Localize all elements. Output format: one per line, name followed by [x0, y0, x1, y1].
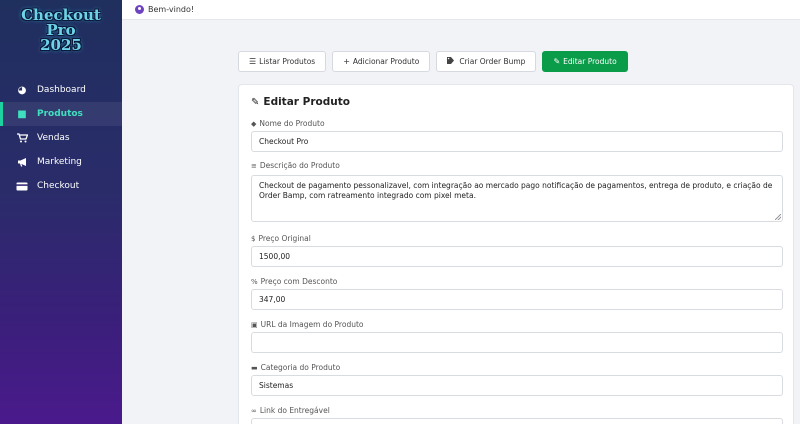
tab-label: Listar Produtos	[259, 57, 316, 66]
sidebar-item-checkout[interactable]: Checkout	[0, 174, 122, 198]
deliverable-link-label-text: Link do Entregável	[259, 406, 330, 415]
greeting-text: Bem-vindo!	[148, 5, 195, 14]
pie-chart-icon: ◕	[17, 84, 27, 96]
sidebar-item-label: Marketing	[37, 157, 82, 167]
original-price-value: 1500,00	[259, 252, 291, 261]
discount-price-label: % Preço com Desconto	[251, 277, 337, 286]
discount-price-value: 347,00	[259, 295, 286, 304]
resize-handle-icon[interactable]	[775, 214, 781, 220]
sidebar-item-label: Dashboard	[37, 85, 86, 95]
discount-price-input[interactable]: 347,00	[251, 289, 783, 310]
product-description-value: Checkout de pagamento pessonalizavel, co…	[259, 181, 773, 200]
box-icon: ■	[17, 108, 27, 120]
tab-label: Editar Produto	[563, 57, 617, 66]
category-value: Sistemas	[259, 381, 294, 390]
logo-line-3: 2025	[40, 36, 82, 54]
tab-label: Criar Order Bump	[459, 57, 526, 66]
topbar: Bem-vindo!	[122, 0, 800, 20]
discount-price-label-text: Preço com Desconto	[260, 277, 338, 286]
align-left-icon: ≡	[251, 161, 257, 170]
app-logo[interactable]: Checkout Pro 2025	[14, 8, 108, 60]
tab-criar-order-bump[interactable]: Criar Order Bump	[436, 51, 537, 72]
deliverable-link-input[interactable]	[251, 418, 783, 424]
image-icon: ▣	[251, 320, 258, 329]
tab-label: Adicionar Produto	[352, 57, 420, 66]
tab-listar-produtos[interactable]: ☰ Listar Produtos	[238, 51, 327, 72]
product-name-label-text: Nome do Produto	[259, 119, 325, 128]
category-label: ▬ Categoria do Produto	[251, 363, 340, 372]
original-price-label-text: Preço Original	[258, 234, 311, 243]
sidebar-item-dashboard[interactable]: ◕ Dashboard	[0, 78, 122, 102]
link-icon: ∞	[251, 406, 257, 415]
product-description-label: ≡ Descrição do Produto	[251, 161, 340, 170]
category-label-text: Categoria do Produto	[260, 363, 341, 372]
image-url-input[interactable]	[251, 332, 783, 353]
product-description-textarea[interactable]: Checkout de pagamento pessonalizavel, co…	[251, 175, 783, 222]
edit-product-card: ✎ Editar Produto ◆ Nome do Produto Check…	[238, 84, 794, 424]
product-name-label: ◆ Nome do Produto	[251, 119, 325, 128]
sidebar-item-label: Produtos	[37, 109, 83, 119]
image-url-label-text: URL da Imagem do Produto	[260, 320, 364, 329]
percent-icon: %	[251, 277, 258, 286]
dollar-icon: $	[251, 234, 256, 243]
tag-icon: ◆	[251, 119, 257, 128]
form-title-text: Editar Produto	[263, 96, 350, 108]
sidebar-item-label: Checkout	[37, 181, 80, 191]
list-icon: ☰	[249, 57, 257, 66]
tags-icon	[447, 57, 456, 66]
credit-card-icon	[16, 180, 28, 192]
product-name-value: Checkout Pro	[259, 137, 309, 146]
image-url-label: ▣ URL da Imagem do Produto	[251, 320, 363, 329]
form-title: ✎ Editar Produto	[251, 96, 350, 108]
deliverable-link-label: ∞ Link do Entregável	[251, 406, 330, 415]
product-tabs: ☰ Listar Produtos + Adicionar Produto Cr…	[238, 51, 628, 72]
sidebar-item-produtos[interactable]: ■ Produtos	[0, 102, 122, 126]
original-price-input[interactable]: 1500,00	[251, 246, 783, 267]
edit-icon: ✎	[553, 57, 561, 66]
folder-icon: ▬	[251, 363, 258, 372]
cart-icon	[16, 132, 28, 144]
sidebar: Checkout Pro 2025 ◕ Dashboard ■ Produtos…	[0, 0, 122, 424]
product-name-input[interactable]: Checkout Pro	[251, 131, 783, 152]
edit-icon: ✎	[251, 96, 260, 108]
tab-editar-produto[interactable]: ✎ Editar Produto	[542, 51, 628, 72]
sidebar-item-vendas[interactable]: Vendas	[0, 126, 122, 150]
sidebar-item-label: Vendas	[37, 133, 70, 143]
product-description-label-text: Descrição do Produto	[259, 161, 340, 170]
user-icon	[135, 5, 144, 14]
tab-adicionar-produto[interactable]: + Adicionar Produto	[332, 51, 431, 72]
sidebar-item-marketing[interactable]: Marketing	[0, 150, 122, 174]
original-price-label: $ Preço Original	[251, 234, 311, 243]
category-input[interactable]: Sistemas	[251, 375, 783, 396]
plus-icon: +	[343, 57, 350, 66]
megaphone-icon	[16, 156, 28, 168]
sidebar-nav: ◕ Dashboard ■ Produtos Vendas Marketing …	[0, 78, 122, 198]
